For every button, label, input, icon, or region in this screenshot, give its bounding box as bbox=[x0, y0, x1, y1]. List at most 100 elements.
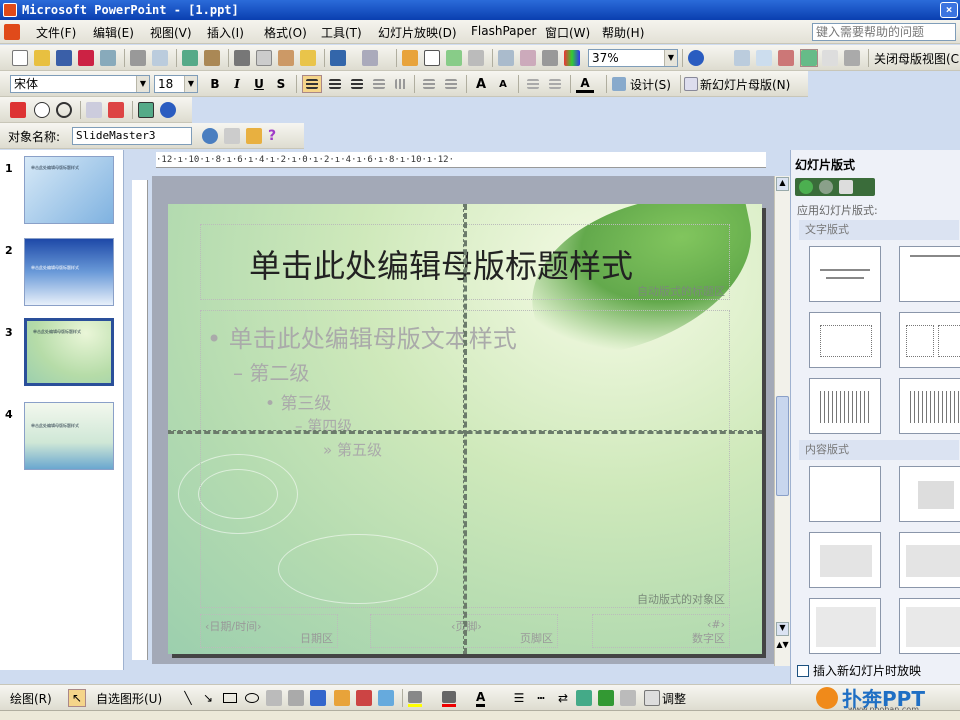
print-preview-icon[interactable] bbox=[152, 50, 168, 66]
help-search-input[interactable]: 键入需要帮助的问题 bbox=[812, 23, 956, 41]
wand-icon[interactable] bbox=[224, 128, 240, 144]
layout-two-column-text[interactable] bbox=[899, 312, 960, 368]
bullet-level-5[interactable]: » 第五级 bbox=[323, 439, 382, 460]
save-icon[interactable] bbox=[56, 50, 72, 66]
increase-font-button[interactable]: A bbox=[472, 75, 490, 93]
slide-thumbnail-2[interactable]: 单击此处编辑母版标题样式 bbox=[24, 238, 114, 306]
menu-file[interactable]: 文件(F) bbox=[36, 24, 76, 41]
preserve-master-icon[interactable] bbox=[801, 50, 817, 66]
layout-blank[interactable] bbox=[809, 466, 881, 522]
select-arrow-icon[interactable]: ↖ bbox=[68, 689, 86, 707]
italic-button[interactable]: I bbox=[228, 75, 246, 93]
design-button[interactable]: 设计(S) bbox=[612, 75, 671, 93]
layout-content-multi[interactable] bbox=[899, 532, 960, 588]
layout-content-four[interactable] bbox=[809, 532, 881, 588]
master-layout-icon[interactable] bbox=[844, 50, 860, 66]
refresh-icon[interactable] bbox=[56, 102, 72, 118]
hide-slide-icon[interactable] bbox=[108, 102, 124, 118]
font-color-icon[interactable]: A bbox=[476, 689, 486, 707]
delete-master-icon[interactable] bbox=[778, 50, 794, 66]
help-icon[interactable] bbox=[688, 50, 704, 66]
insert-slide-master-icon[interactable] bbox=[734, 50, 750, 66]
scroll-down-arrow-icon[interactable]: ▼ bbox=[776, 622, 789, 636]
line-style-icon[interactable]: ☰ bbox=[510, 689, 528, 707]
powerpoint-app-icon[interactable] bbox=[3, 3, 17, 17]
bullet-level-3[interactable]: • 第三级 bbox=[265, 389, 331, 414]
bullet-level-1[interactable]: • 单击此处编辑母版文本样式 bbox=[207, 319, 517, 354]
text-box-icon[interactable] bbox=[266, 690, 282, 706]
increase-indent-button[interactable] bbox=[546, 75, 564, 93]
permission-icon[interactable] bbox=[78, 50, 94, 66]
menu-flashpaper[interactable]: FlashPaper bbox=[471, 24, 536, 38]
spelling-icon[interactable] bbox=[182, 50, 198, 66]
cut-icon[interactable] bbox=[234, 50, 250, 66]
vertical-text-box-icon[interactable] bbox=[288, 690, 304, 706]
align-center-button[interactable] bbox=[326, 75, 344, 93]
font-select[interactable]: 宋体 ▼ bbox=[10, 75, 150, 93]
show-formatting-icon[interactable] bbox=[520, 50, 536, 66]
insert-title-master-icon[interactable] bbox=[756, 50, 772, 66]
dash-style-icon[interactable]: ┅ bbox=[532, 689, 550, 707]
fill-color-icon[interactable] bbox=[408, 690, 422, 703]
slide-thumbnail-4[interactable]: 单击此处编辑母版标题样式 bbox=[24, 402, 114, 470]
decrease-indent-button[interactable] bbox=[524, 75, 542, 93]
globe-icon[interactable] bbox=[202, 128, 218, 144]
show-on-insert-checkbox[interactable] bbox=[797, 664, 809, 677]
shadow-style-icon[interactable] bbox=[576, 690, 592, 706]
menu-slideshow[interactable]: 幻灯片放映(D) bbox=[378, 24, 457, 41]
menu-view[interactable]: 视图(V) bbox=[150, 24, 192, 41]
picture-icon[interactable] bbox=[620, 690, 636, 706]
undo-icon[interactable] bbox=[330, 50, 346, 66]
scroll-up-arrow-icon[interactable]: ▲ bbox=[776, 177, 789, 191]
expand-all-icon[interactable] bbox=[498, 50, 514, 66]
master-title[interactable]: 单击此处编辑母版标题样式 bbox=[249, 241, 633, 287]
layout-title-only[interactable] bbox=[899, 246, 960, 302]
document-icon[interactable] bbox=[4, 24, 20, 40]
adjust-button[interactable]: 调整 bbox=[644, 689, 686, 707]
vertical-ruler[interactable] bbox=[132, 180, 148, 660]
vertical-scrollbar[interactable]: ▲ ▼ ▲▼ bbox=[774, 176, 790, 666]
slide-thumbnail-1[interactable]: 单击此处编辑母版标题样式 bbox=[24, 156, 114, 224]
diagram-icon[interactable] bbox=[334, 690, 350, 706]
timer-icon[interactable] bbox=[34, 102, 50, 118]
horizontal-ruler[interactable]: ·12·ı·10·ı·8·ı·6·ı·4·ı·2·ı·0·ı·2·ı·4·ı·6… bbox=[156, 152, 766, 168]
clip-art-icon[interactable] bbox=[356, 690, 372, 706]
3d-style-icon[interactable] bbox=[598, 690, 614, 706]
layout-vertical-text[interactable] bbox=[809, 378, 881, 434]
draw-menu-button[interactable]: 绘图(R) bbox=[10, 689, 52, 707]
research-icon[interactable] bbox=[204, 50, 220, 66]
help-question-icon[interactable]: ? bbox=[268, 127, 276, 145]
close-master-view-button[interactable]: 关闭母版视图(C) bbox=[874, 49, 960, 67]
align-left-button[interactable] bbox=[302, 75, 322, 93]
layout-vertical-title-text[interactable] bbox=[899, 378, 960, 434]
redo-icon[interactable] bbox=[362, 50, 378, 66]
home-icon[interactable] bbox=[839, 180, 853, 194]
menu-edit[interactable]: 编辑(E) bbox=[93, 24, 134, 41]
bullets-button[interactable] bbox=[442, 75, 460, 93]
rehearse-icon[interactable] bbox=[10, 102, 26, 118]
menu-insert[interactable]: 插入(I) bbox=[207, 24, 244, 41]
date-placeholder[interactable]: ‹日期/时间› 日期区 bbox=[200, 614, 338, 648]
menu-tools[interactable]: 工具(T) bbox=[321, 24, 362, 41]
print-icon[interactable] bbox=[130, 50, 146, 66]
layout-title-text[interactable] bbox=[809, 312, 881, 368]
tables-borders-icon[interactable] bbox=[446, 50, 462, 66]
properties-icon[interactable] bbox=[138, 102, 154, 118]
open-folder-icon[interactable] bbox=[34, 50, 50, 66]
paste-icon[interactable] bbox=[278, 50, 294, 66]
next-slide-arrow-icon[interactable]: ▲▼ bbox=[776, 640, 789, 662]
zoom-select[interactable]: 37% ▼ bbox=[588, 49, 678, 67]
copy-icon[interactable] bbox=[256, 50, 272, 66]
vertical-guide[interactable] bbox=[463, 204, 467, 654]
new-file-icon[interactable] bbox=[12, 50, 28, 66]
layout-title-slide[interactable] bbox=[809, 246, 881, 302]
decrease-font-button[interactable]: A bbox=[494, 75, 512, 93]
email-icon[interactable] bbox=[100, 50, 116, 66]
layout-title-content[interactable] bbox=[899, 466, 960, 522]
format-painter-icon[interactable] bbox=[300, 50, 316, 66]
object-name-input[interactable]: SlideMaster3 bbox=[72, 127, 192, 145]
slide-thumbnail-3[interactable]: 单击此处编辑母版标题样式 bbox=[24, 318, 114, 386]
back-arrow-icon[interactable] bbox=[799, 180, 813, 194]
font-size-select[interactable]: 18 ▼ bbox=[154, 75, 198, 93]
close-window-button[interactable]: × bbox=[940, 2, 958, 18]
